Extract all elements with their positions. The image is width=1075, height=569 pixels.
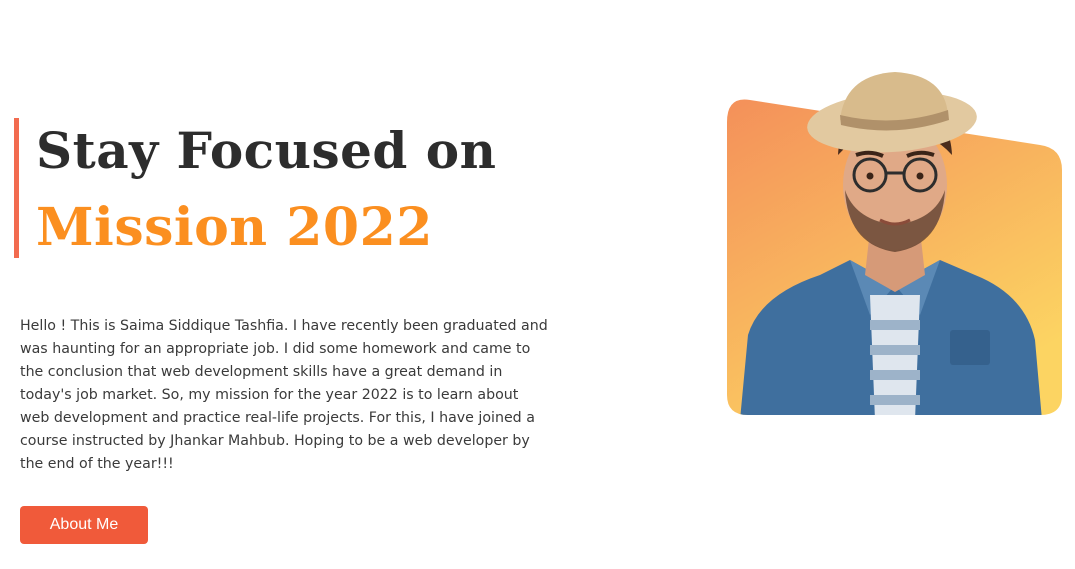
about-me-button[interactable]: About Me <box>20 506 148 544</box>
hero-title-block: Stay Focused on Mission 2022 <box>14 118 497 258</box>
hero-section: Stay Focused on Mission 2022 Hello ! Thi… <box>0 0 1075 569</box>
hero-title-line1: Stay Focused on <box>36 121 497 180</box>
hero-title-line2: Mission 2022 <box>36 197 433 258</box>
hero-portrait <box>720 60 1070 420</box>
hero-bio-text: Hello ! This is Saima Siddique Tashfia. … <box>20 318 548 472</box>
portrait-illustration <box>727 72 1062 415</box>
